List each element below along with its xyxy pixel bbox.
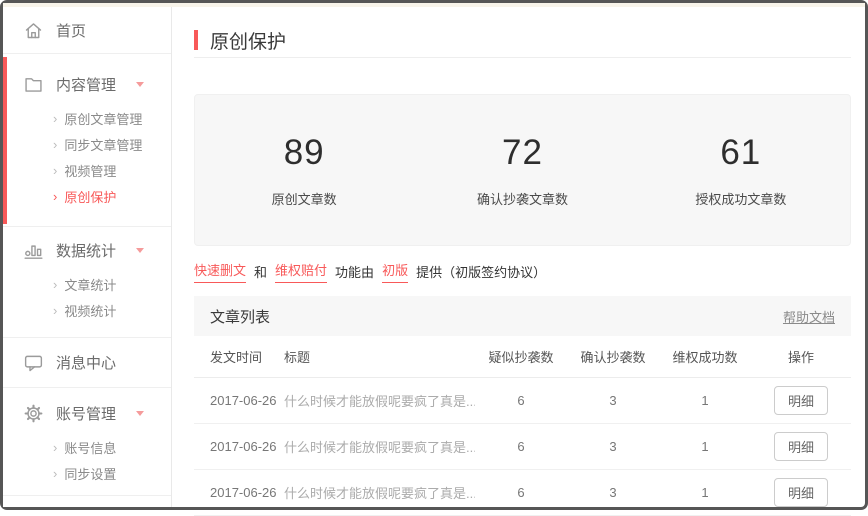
- sidebar-item-video-mgmt[interactable]: › 视频管理: [3, 157, 171, 183]
- chevron-right-icon: ›: [53, 303, 57, 318]
- sidebar-item-article-stats[interactable]: › 文章统计: [3, 271, 171, 297]
- sidebar-item-sync-article-mgmt[interactable]: › 同步文章管理: [3, 131, 171, 157]
- chevron-right-icon: ›: [53, 163, 57, 178]
- sidebar-item-original-article-mgmt[interactable]: › 原创文章管理: [3, 105, 171, 131]
- article-list-panel: 文章列表 帮助文档 发文时间 标题 疑似抄袭数 确认抄袭数 维权成功数 操作 2…: [194, 296, 851, 516]
- sidebar-group-content[interactable]: 内容管理: [3, 71, 171, 97]
- quick-delete-link[interactable]: 快速删文: [194, 260, 246, 283]
- folder-icon: [23, 74, 44, 95]
- chevron-right-icon: ›: [53, 277, 57, 292]
- sidebar-item-home[interactable]: 首页: [3, 7, 171, 53]
- detail-button[interactable]: 明细: [774, 478, 828, 507]
- table-header: 发文时间 标题 疑似抄袭数 确认抄袭数 维权成功数 操作: [194, 336, 851, 378]
- sidebar-item-original-protection[interactable]: › 原创保护: [3, 183, 171, 209]
- table-row: 2017-06-26 什么时候才能放假呢要疯了真是... 6 3 1 明细: [194, 424, 851, 470]
- list-title: 文章列表: [210, 306, 270, 327]
- main-content: 原创保护 89 原创文章数 72 确认抄袭文章数 61 授权成功文章数 快速删文…: [172, 7, 865, 516]
- notice-text: 提供（初版签约协议）: [416, 262, 546, 281]
- stat-label: 授权成功文章数: [632, 189, 850, 208]
- sidebar-group-statistics[interactable]: 数据统计: [3, 237, 171, 263]
- col-confirmed: 确认抄袭数: [567, 347, 659, 366]
- page-title: 原创保护: [210, 27, 286, 54]
- sidebar-item-account-info[interactable]: › 账号信息: [3, 434, 171, 460]
- cell-success: 1: [659, 439, 751, 454]
- detail-button[interactable]: 明细: [774, 386, 828, 415]
- cell-title: 什么时候才能放假呢要疯了真是...: [284, 483, 475, 502]
- sidebar-subitem-label: 视频管理: [64, 161, 116, 180]
- sidebar-item-video-stats[interactable]: › 视频统计: [3, 297, 171, 323]
- gear-icon: [23, 403, 44, 424]
- table-row: 2017-06-26 什么时候才能放假呢要疯了真是... 6 3 1 明细: [194, 470, 851, 516]
- sidebar-subitem-label: 账号信息: [64, 438, 116, 457]
- notice-text: 和: [254, 262, 267, 281]
- sidebar-subitem-label: 文章统计: [64, 275, 116, 294]
- sidebar-group-label: 数据统计: [56, 240, 116, 261]
- cell-success: 1: [659, 393, 751, 408]
- cell-title: 什么时候才能放假呢要疯了真是...: [284, 391, 475, 410]
- notice-text: 功能由: [335, 262, 374, 281]
- title-accent-bar: [194, 30, 198, 50]
- help-doc-link[interactable]: 帮助文档: [783, 307, 835, 326]
- cell-date: 2017-06-26: [194, 485, 284, 500]
- sidebar-subitem-label: 原创保护: [64, 187, 116, 206]
- stat-value: 61: [632, 133, 850, 173]
- chevron-right-icon: ›: [53, 137, 57, 152]
- list-header-bar: 文章列表 帮助文档: [194, 296, 851, 336]
- cell-date: 2017-06-26: [194, 393, 284, 408]
- chat-bubble-icon: [23, 352, 44, 373]
- chevron-down-icon: [136, 248, 144, 253]
- sidebar-group-label: 内容管理: [56, 74, 116, 95]
- sidebar: 首页 内容管理 › 原创文章管理 › 同步文章管理 › 视频管理: [3, 7, 172, 507]
- chevron-right-icon: ›: [53, 440, 57, 455]
- sidebar-item-label: 首页: [56, 20, 86, 41]
- cell-confirmed: 3: [567, 439, 659, 454]
- col-success: 维权成功数: [659, 347, 751, 366]
- sidebar-item-label: 消息中心: [56, 352, 116, 373]
- sidebar-item-message-center[interactable]: 消息中心: [3, 352, 171, 373]
- cell-suspected: 6: [475, 439, 567, 454]
- col-suspected: 疑似抄袭数: [475, 347, 567, 366]
- cell-suspected: 6: [475, 393, 567, 408]
- sidebar-subitem-label: 视频统计: [64, 301, 116, 320]
- col-title: 标题: [284, 347, 475, 366]
- sidebar-group-label: 账号管理: [56, 403, 116, 424]
- compensation-link[interactable]: 维权赔付: [275, 260, 327, 283]
- home-icon: [23, 20, 44, 41]
- active-section-indicator: [3, 57, 7, 224]
- page-header: 原创保护: [194, 7, 851, 58]
- bar-chart-icon: [23, 240, 44, 261]
- stat-value: 72: [413, 133, 631, 173]
- sidebar-group-account[interactable]: 账号管理: [3, 400, 171, 426]
- chevron-down-icon: [136, 82, 144, 87]
- stats-panel: 89 原创文章数 72 确认抄袭文章数 61 授权成功文章数: [194, 94, 851, 246]
- chevron-down-icon: [136, 411, 144, 416]
- stat-label: 确认抄袭文章数: [413, 189, 631, 208]
- stat-confirmed-plagiarism: 72 确认抄袭文章数: [413, 133, 631, 208]
- chevron-right-icon: ›: [53, 466, 57, 481]
- feature-notice: 快速删文 和 维权赔付 功能由 初版 提供（初版签约协议）: [194, 246, 851, 296]
- table-row: 2017-06-26 什么时候才能放假呢要疯了真是... 6 3 1 明细: [194, 378, 851, 424]
- cell-confirmed: 3: [567, 393, 659, 408]
- stat-label: 原创文章数: [195, 189, 413, 208]
- sidebar-subitem-label: 同步设置: [64, 464, 116, 483]
- stat-value: 89: [195, 133, 413, 173]
- col-action: 操作: [751, 347, 851, 366]
- chevron-right-icon: ›: [53, 189, 57, 204]
- stat-authorized-success: 61 授权成功文章数: [632, 133, 850, 208]
- cell-success: 1: [659, 485, 751, 500]
- sidebar-subitem-label: 同步文章管理: [64, 135, 142, 154]
- chevron-right-icon: ›: [53, 111, 57, 126]
- col-publish-time: 发文时间: [194, 347, 284, 366]
- cell-title: 什么时候才能放假呢要疯了真是...: [284, 437, 475, 456]
- provider-link[interactable]: 初版: [382, 260, 408, 283]
- stat-original-articles: 89 原创文章数: [195, 133, 413, 208]
- sidebar-item-sync-settings[interactable]: › 同步设置: [3, 460, 171, 486]
- sidebar-subitem-label: 原创文章管理: [64, 109, 142, 128]
- cell-suspected: 6: [475, 485, 567, 500]
- cell-confirmed: 3: [567, 485, 659, 500]
- cell-date: 2017-06-26: [194, 439, 284, 454]
- detail-button[interactable]: 明细: [774, 432, 828, 461]
